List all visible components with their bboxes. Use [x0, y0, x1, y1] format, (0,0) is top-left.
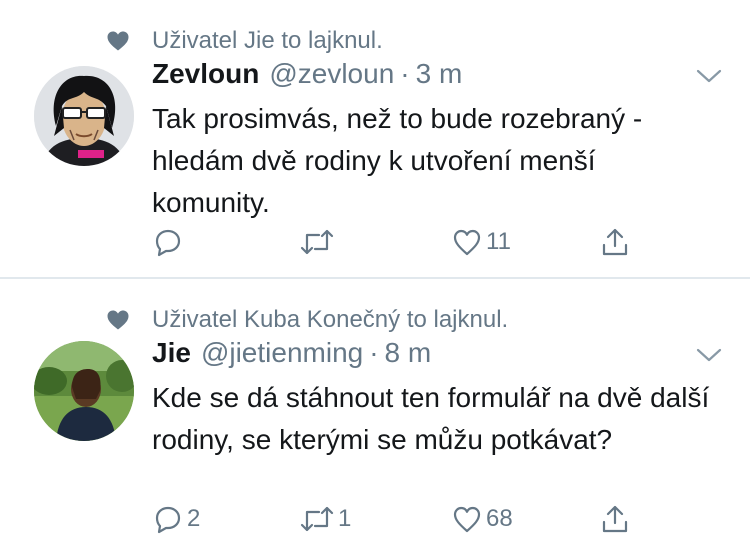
social-context-text: Uživatel Jie to lajknul.: [152, 27, 383, 54]
reply-count: 2: [187, 505, 201, 532]
tweet-header: Jie @jietienming · 8 m: [152, 337, 730, 373]
tweet-text: Tak prosimvás, než to bude rozebraný - h…: [152, 103, 643, 218]
tweet-content: Jie @jietienming · 8 m Kde se dá stáhnou…: [152, 337, 730, 461]
action-bar: 2 1 68: [0, 499, 750, 539]
heart-icon: [107, 31, 129, 51]
like-count: 11: [486, 228, 511, 255]
display-name[interactable]: Zevloun: [152, 58, 259, 90]
retweet-icon: [300, 229, 334, 255]
like-button[interactable]: 11: [452, 222, 511, 262]
avatar-image: [34, 66, 134, 166]
tweet[interactable]: Uživatel Jie to lajknul. Zevloun @zevlou…: [0, 0, 750, 277]
retweet-count: 1: [338, 505, 352, 532]
display-name[interactable]: Jie: [152, 337, 191, 369]
reply-button[interactable]: 2: [153, 499, 200, 539]
handle[interactable]: @zevloun: [269, 58, 394, 90]
reply-icon: [155, 506, 181, 534]
like-heart-icon: [453, 229, 481, 256]
retweet-button[interactable]: 1: [300, 499, 351, 539]
heart-icon: [107, 310, 129, 330]
like-heart-icon: [453, 506, 481, 533]
timestamp[interactable]: 8 m: [385, 337, 432, 369]
share-icon: [602, 505, 628, 533]
reply-button[interactable]: [153, 222, 187, 262]
separator-dot: ·: [400, 58, 410, 89]
tweet-header: Zevloun @zevloun · 3 m: [152, 58, 730, 94]
like-count: 68: [486, 505, 513, 532]
timestamp[interactable]: 3 m: [416, 58, 463, 90]
avatar[interactable]: [34, 66, 134, 166]
tweet-content: Zevloun @zevloun · 3 m Tak prosimvás, ne…: [152, 58, 730, 224]
action-bar: 11: [0, 222, 750, 262]
avatar-image: [34, 341, 134, 441]
tweet-text: Kde se dá stáhnout ten formulář na dvě d…: [152, 382, 710, 455]
social-context: Uživatel Jie to lajknul.: [106, 24, 383, 58]
avatar[interactable]: [34, 341, 134, 441]
retweet-button[interactable]: [300, 222, 338, 262]
like-button[interactable]: 68: [452, 499, 513, 539]
social-context: Uživatel Kuba Konečný to lajknul.: [106, 303, 508, 337]
share-button[interactable]: [600, 222, 634, 262]
social-context-text: Uživatel Kuba Konečný to lajknul.: [152, 306, 509, 333]
reply-icon: [155, 229, 181, 257]
separator-dot: ·: [369, 337, 379, 368]
retweet-icon: [300, 506, 334, 532]
handle[interactable]: @jietienming: [201, 337, 363, 369]
share-button[interactable]: [600, 499, 634, 539]
share-icon: [602, 228, 628, 256]
